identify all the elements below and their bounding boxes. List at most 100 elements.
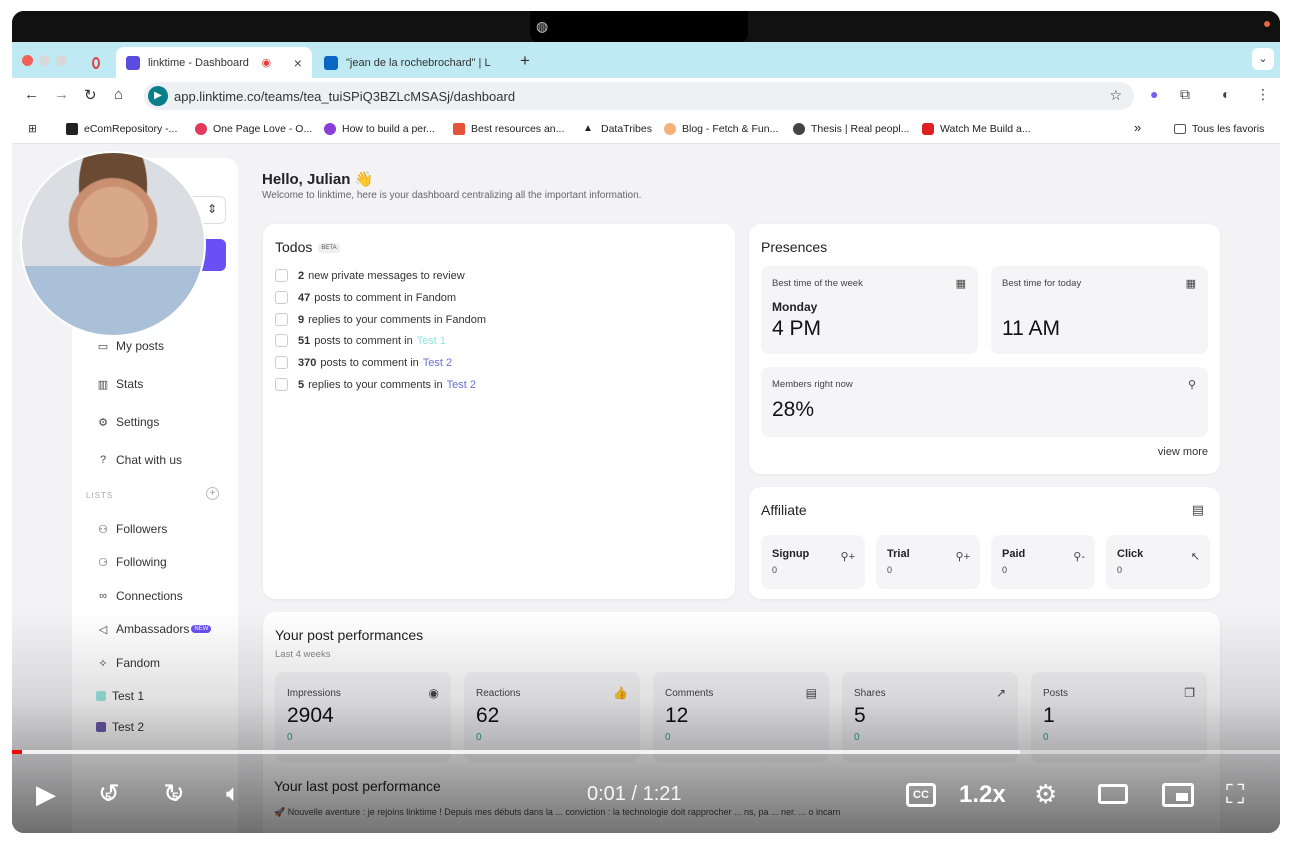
forward-icon[interactable]: → (54, 86, 69, 103)
user-follow-icon: ⚆ (98, 556, 108, 569)
sparkle-icon: ✧ (98, 657, 108, 670)
extensions-icon[interactable]: ⧉ (1180, 86, 1190, 103)
sidebar-item-connections[interactable]: ∞ Connections (96, 589, 183, 603)
list-link[interactable]: Test 2 (447, 379, 476, 391)
theater-mode-icon[interactable] (1098, 784, 1128, 804)
bookmark-favicon-icon (453, 123, 465, 135)
todo-item[interactable]: 9 replies to your comments in Fandom (275, 313, 486, 326)
share-icon: ↗ (995, 686, 1006, 700)
todo-checkbox[interactable] (275, 356, 288, 369)
todo-item[interactable]: 51 posts to comment in Test 1 (275, 334, 446, 347)
sidebar-item-my-posts[interactable]: ▭ My posts (96, 339, 164, 353)
profile-avatar-icon[interactable]: ◐ (1222, 86, 1230, 102)
bookmark-item[interactable]: Watch Me Build a... (922, 123, 1031, 135)
user-icon: ⚲ (1187, 379, 1196, 391)
list-color-swatch (96, 722, 106, 732)
all-bookmarks-button[interactable]: Tous les favoris (1174, 123, 1264, 135)
url-input[interactable]: ▶ app.linktime.co/teams/tea_tuiSPiQ3BZLc… (144, 82, 1134, 110)
zoom-window-button[interactable] (56, 55, 67, 66)
post-performance-card: Your post performances Last 4 weeks Impr… (263, 612, 1220, 833)
megaphone-icon: ◁ (98, 623, 108, 636)
bookmark-item[interactable]: Best resources an... (453, 123, 564, 135)
last-post-text: 🚀 Nouvelle aventure : je rejoins linktim… (274, 807, 841, 817)
post-performance-title: Your post performances (275, 627, 424, 643)
minimize-window-button[interactable] (39, 55, 50, 66)
close-tab-icon[interactable]: × (294, 55, 302, 71)
captions-button[interactable]: CC (906, 783, 936, 807)
video-progress-bar[interactable] (12, 750, 1280, 754)
gear-icon[interactable]: ⚙ (1034, 779, 1057, 810)
skip-forward-icon[interactable]: ↻ 5 (163, 778, 185, 809)
new-tab-button[interactable]: + (520, 51, 530, 71)
comment-icon: ▤ (805, 686, 817, 700)
linkedin-favicon-icon (324, 55, 338, 70)
add-list-icon[interactable]: + (206, 487, 219, 500)
list-link[interactable]: Test 1 (417, 335, 446, 347)
todo-item[interactable]: 370 posts to comment in Test 2 (275, 356, 452, 369)
bookmark-item[interactable]: ▲ DataTribes (583, 123, 652, 135)
bookmark-item[interactable]: Thesis | Real peopl... (793, 123, 909, 135)
sidebar-item-fandom[interactable]: ✧ Fandom (96, 656, 160, 670)
playback-speed[interactable]: 1.2x (959, 781, 1006, 809)
sidebar-item-test-1[interactable]: Test 1 (96, 689, 144, 703)
bookmark-favicon-icon (793, 123, 805, 135)
todo-checkbox[interactable] (275, 291, 288, 304)
apps-grid-icon[interactable]: ⊞ (28, 123, 37, 135)
comments-tile: Comments ▤ 12 0 (653, 672, 829, 762)
sidebar-item-test-2[interactable]: Test 2 (96, 720, 144, 734)
menu-kebab-icon[interactable]: ⋮ (1256, 86, 1270, 103)
home-icon[interactable]: ⌂ (114, 86, 123, 103)
bookmark-favicon-icon (664, 123, 676, 135)
bookmark-item[interactable]: Blog - Fetch & Fun... (664, 123, 778, 135)
affiliate-signup-tile: Signup 0 ⚲+ (761, 535, 865, 589)
affiliate-card: Affiliate ▤ Signup 0 ⚲+ Trial 0 ⚲+ Paid 0 ⚲- C… (749, 487, 1220, 599)
beta-badge: BETA (318, 243, 340, 254)
tab-linkedin[interactable]: "jean de la rochebrochard" | L (314, 47, 514, 78)
bookmark-item[interactable]: eComRepository -... (66, 123, 177, 135)
new-badge: NEW (191, 625, 212, 633)
tab-search-chevron-icon[interactable]: ⌄ (1252, 48, 1274, 70)
bar-chart-icon: ▥ (97, 378, 109, 391)
volume-icon[interactable]: 🔈︎ (226, 780, 240, 808)
todo-item[interactable]: 2 new private messages to review (275, 269, 465, 282)
sidebar-item-settings[interactable]: ⚙ Settings (96, 415, 159, 429)
clipboard-icon[interactable]: ▤ (1192, 502, 1204, 518)
bookmark-item[interactable]: How to build a per... (324, 123, 435, 135)
post-performance-subtitle: Last 4 weeks (275, 649, 331, 660)
view-more-link[interactable]: view more (1158, 446, 1208, 458)
reload-icon[interactable]: ↻ (84, 86, 97, 104)
todo-checkbox[interactable] (275, 269, 288, 282)
sidebar-item-following[interactable]: ⚆ Following (96, 555, 167, 569)
bookmark-star-icon[interactable]: ☆ (1109, 87, 1122, 104)
sidebar-item-stats[interactable]: ▥ Stats (96, 377, 144, 391)
todo-checkbox[interactable] (275, 313, 288, 326)
todo-checkbox[interactable] (275, 334, 288, 347)
list-link[interactable]: Test 2 (423, 357, 452, 369)
todo-checkbox[interactable] (275, 378, 288, 391)
back-icon[interactable]: ← (24, 86, 39, 103)
todo-item[interactable]: 5 replies to your comments in Test 2 (275, 378, 476, 391)
bookmarks-overflow-icon[interactable]: » (1134, 120, 1141, 135)
posts-icon: ❐ (1184, 686, 1195, 700)
sidebar-item-ambassadors[interactable]: ◁ Ambassadors NEW (96, 622, 212, 636)
close-window-button[interactable] (22, 55, 33, 66)
sidebar-item-followers[interactable]: ⚇ Followers (96, 522, 167, 536)
camera-notch: ◍ (530, 11, 748, 42)
best-time-today-tile: Best time for today ▦ 11 AM (991, 266, 1208, 354)
profile-extension-icon[interactable]: ● (1150, 86, 1158, 102)
folder-icon (1174, 124, 1186, 134)
bookmark-item[interactable]: One Page Love - O... (195, 123, 312, 135)
miniplayer-icon[interactable] (1162, 783, 1194, 807)
sidebar-item-chat[interactable]: ? Chat with us (96, 453, 182, 467)
play-icon[interactable]: ▶ (36, 779, 56, 810)
todo-item[interactable]: 47 posts to comment in Fandom (275, 291, 456, 304)
fullscreen-icon[interactable]: ⛶ (1226, 779, 1244, 811)
tab-linktime-dashboard[interactable]: linktime - Dashboard ◉ × (116, 47, 312, 78)
site-info-icon[interactable]: ▶ (148, 86, 168, 106)
recording-tab[interactable] (82, 47, 118, 78)
affiliate-trial-tile: Trial 0 ⚲+ (876, 535, 980, 589)
video-timecode: 0:01 / 1:21 (587, 783, 682, 805)
played-bar (12, 750, 22, 754)
help-icon: ? (99, 454, 107, 466)
skip-back-icon[interactable]: ↺ 5 (98, 778, 120, 809)
